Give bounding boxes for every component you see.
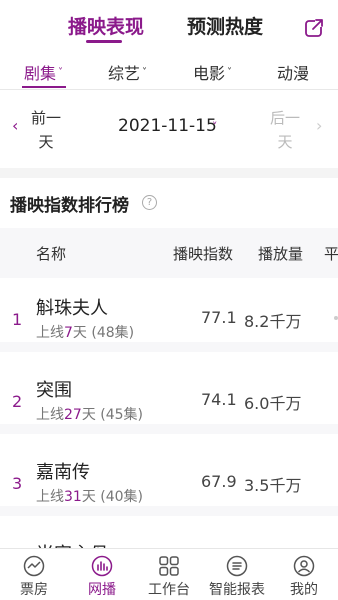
nav-label: 我的: [290, 582, 318, 598]
rank-number: 1: [12, 310, 23, 329]
table-row[interactable]: 3 嘉南传 上线31天 (40集) 67.9 3.5千万: [0, 444, 338, 516]
nav-my-profile[interactable]: 我的: [270, 555, 338, 599]
nav-label: 工作台: [148, 582, 190, 598]
prev-day-label-line2: 天: [38, 133, 54, 151]
category-tv-series[interactable]: 剧集 ˅: [24, 60, 63, 84]
active-tab-indicator: [86, 40, 122, 43]
chevron-down-icon: ˅: [58, 67, 64, 78]
truncated-column-marker: [334, 316, 338, 320]
show-online-info: 上线27天 (45集): [36, 404, 143, 424]
online-prefix: 上线: [36, 489, 64, 505]
nav-online-streaming[interactable]: 网播: [68, 555, 136, 599]
bar-chart-icon: [91, 555, 113, 577]
column-header-truncated[interactable]: 平: [324, 243, 338, 264]
chevron-right-icon[interactable]: ›: [316, 116, 322, 135]
next-day-button[interactable]: 后一 天: [270, 106, 300, 154]
show-online-info: 上线7天 (48集): [36, 322, 134, 342]
prev-day-label-line1: 前一: [31, 109, 62, 127]
online-days: 27: [64, 407, 82, 423]
report-list-icon: [226, 555, 248, 577]
play-count: 6.0千万: [244, 394, 302, 413]
active-category-indicator: [22, 86, 66, 88]
chevron-down-icon: ˅: [227, 67, 233, 78]
category-anime[interactable]: 动漫: [277, 60, 309, 84]
rank-number: 2: [12, 392, 23, 411]
tab-forecast-heat[interactable]: 预测热度: [187, 12, 263, 39]
date-navigator: ‹ 前一 天 2021-11-15 ˅ 后一 天 ›: [0, 90, 338, 168]
playback-index: 77.1: [201, 308, 237, 327]
online-prefix: 上线: [36, 325, 64, 341]
episode-count: 天 (40集): [81, 489, 144, 505]
help-question-icon[interactable]: ?: [142, 195, 157, 210]
category-label: 电影: [193, 64, 226, 83]
bottom-navigation: 票房 网播 工作台 智能报表 我的: [0, 548, 338, 600]
category-label: 综艺: [108, 64, 141, 83]
next-day-label-line1: 后一: [270, 109, 301, 127]
online-days: 31: [64, 489, 82, 505]
show-online-info: 上线31天 (40集): [36, 486, 143, 506]
playback-index: 67.9: [201, 472, 237, 491]
rank-number: 3: [12, 474, 23, 493]
section-gap: [0, 168, 338, 178]
prev-day-button[interactable]: 前一 天: [31, 106, 61, 154]
ranking-table-header: 名称 播映指数 播放量 平: [0, 228, 338, 278]
episode-count: 天 (45集): [81, 407, 144, 423]
category-label: 动漫: [277, 64, 310, 83]
trend-chart-icon: [23, 555, 45, 577]
play-count: 3.5千万: [244, 476, 302, 495]
tab-playback-performance[interactable]: 播映表现: [68, 12, 144, 39]
grid-apps-icon: [159, 556, 179, 576]
nav-box-office[interactable]: 票房: [0, 555, 68, 599]
play-count: 8.2千万: [244, 312, 302, 331]
category-label: 剧集: [24, 64, 57, 83]
column-header-name: 名称: [36, 245, 67, 263]
nav-label: 网播: [88, 582, 116, 598]
show-title: 斛珠夫人: [36, 298, 108, 319]
column-header-plays[interactable]: 播放量: [258, 243, 303, 264]
nav-label: 票房: [20, 582, 48, 598]
chevron-left-icon[interactable]: ‹: [12, 116, 18, 135]
category-variety[interactable]: 综艺 ˅: [108, 60, 147, 84]
share-external-icon[interactable]: [304, 18, 324, 38]
show-title: 嘉南传: [36, 462, 90, 483]
next-day-label-line2: 天: [277, 133, 293, 151]
nav-workbench[interactable]: 工作台: [135, 555, 203, 599]
episode-count: 天 (48集): [72, 325, 135, 341]
category-bar: 剧集 ˅ 综艺 ˅ 电影 ˅ 动漫: [0, 50, 338, 90]
chevron-down-icon: ˅: [142, 67, 148, 78]
online-prefix: 上线: [36, 407, 64, 423]
column-header-index[interactable]: 播映指数: [173, 243, 233, 264]
date-picker[interactable]: 2021-11-15: [118, 116, 217, 136]
user-profile-icon: [293, 555, 315, 577]
show-title: 突围: [36, 380, 72, 401]
category-movie[interactable]: 电影 ˅: [193, 60, 232, 84]
online-days: 7: [64, 325, 73, 341]
nav-smart-reports[interactable]: 智能报表: [203, 555, 271, 599]
nav-label: 智能报表: [209, 582, 265, 598]
table-row[interactable]: 2 突围 上线27天 (45集) 74.1 6.0千万: [0, 362, 338, 434]
table-row[interactable]: 1 斛珠夫人 上线7天 (48集) 77.1 8.2千万: [0, 280, 338, 352]
ranking-section-title: 播映指数排行榜: [10, 196, 129, 216]
chevron-down-icon[interactable]: ˅: [212, 120, 218, 133]
playback-index: 74.1: [201, 390, 237, 409]
top-tab-bar: 播映表现 预测热度: [0, 0, 338, 50]
